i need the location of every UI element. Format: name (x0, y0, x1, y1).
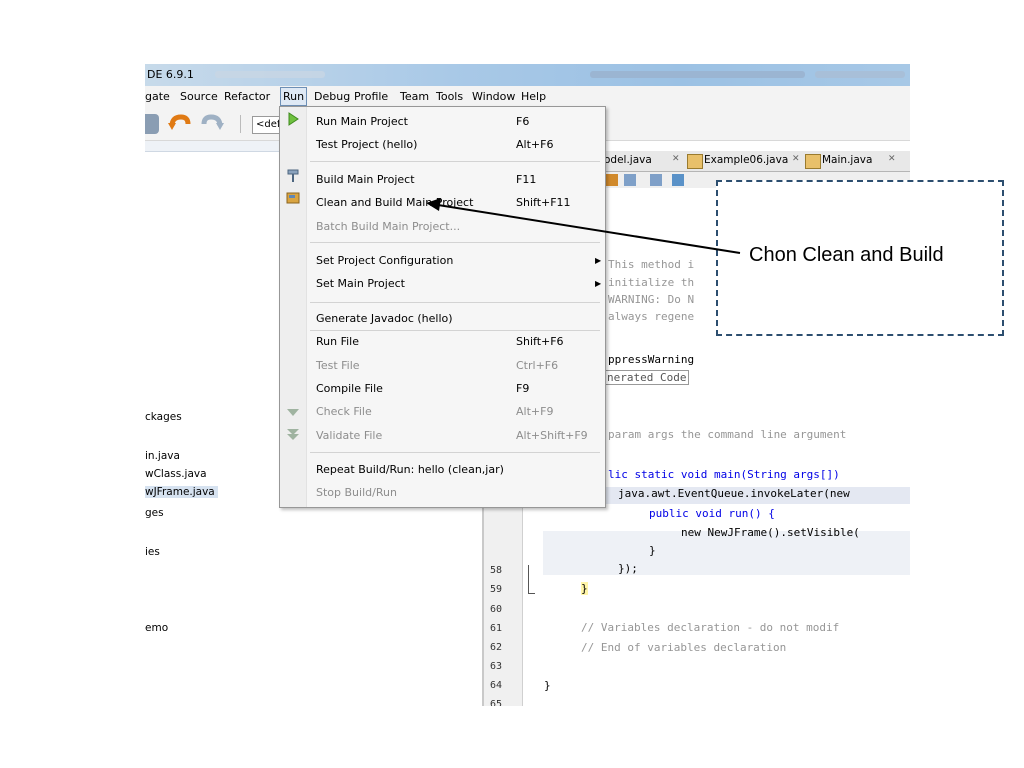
annotation-arrow (426, 198, 741, 254)
arrow-head (426, 198, 441, 211)
arrow-line (437, 204, 741, 254)
